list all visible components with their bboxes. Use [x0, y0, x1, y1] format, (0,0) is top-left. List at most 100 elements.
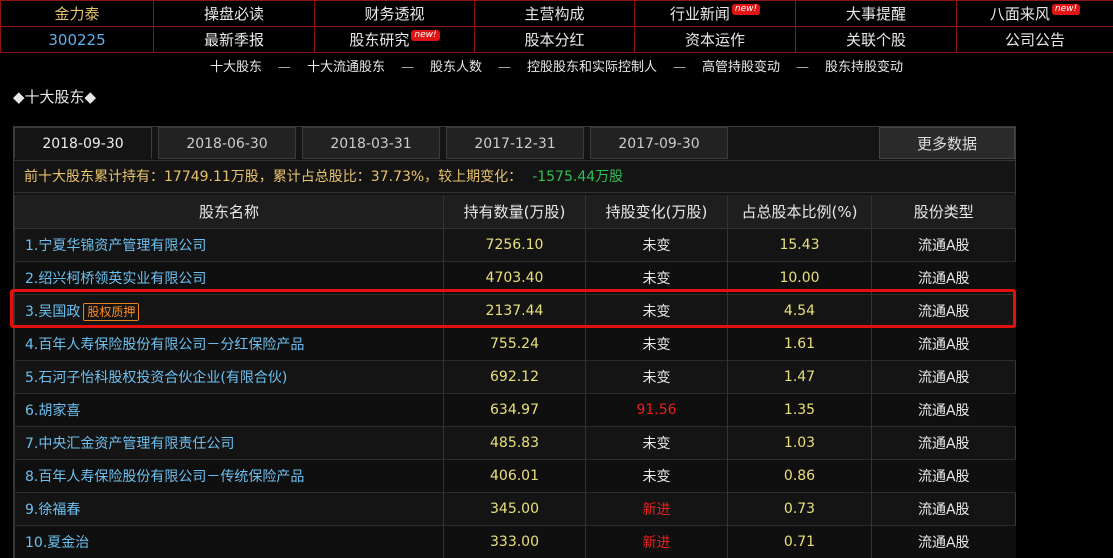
shareholder-name[interactable]: 4.百年人寿保险股份有限公司－分红保险产品 [25, 337, 304, 353]
share-type: 流通A股 [872, 229, 1016, 262]
holding-ratio: 1.03 [728, 427, 872, 460]
subnav-link[interactable]: 十大股东 [210, 60, 262, 75]
holding-change: 未变 [586, 361, 728, 394]
highlight-box [10, 289, 1016, 328]
shareholder-name-cell[interactable]: 8.百年人寿保险股份有限公司－传统保险产品 [15, 460, 444, 493]
new-badge: new! [1052, 4, 1080, 15]
nav-item-row1-1[interactable]: 财务透视 [315, 1, 475, 27]
shareholder-name-cell[interactable]: 6.胡家喜 [15, 394, 444, 427]
table-row: 6.胡家喜634.9791.561.35流通A股 [15, 394, 1016, 427]
holding-change: 未变 [586, 460, 728, 493]
nav-item-label: 行业新闻 [670, 5, 730, 23]
table-row: 9.徐福春345.00新进0.73流通A股 [15, 493, 1016, 526]
table-row: 4.百年人寿保险股份有限公司－分红保险产品755.24未变1.61流通A股 [15, 328, 1016, 361]
nav-item-label: 主营构成 [524, 5, 584, 23]
nav-item-label: 公司公告 [1005, 31, 1065, 49]
subnav-separator: — [278, 60, 291, 75]
summary-text: 前十大股东累计持有：17749.11万股，累计占总股比：37.73%，较上期变化… [24, 169, 522, 185]
holding-change: 未变 [586, 328, 728, 361]
nav-item-label: 八面来风 [990, 5, 1050, 23]
subnav-separator: — [673, 60, 686, 75]
share-type: 流通A股 [872, 427, 1016, 460]
holding-change: 91.56 [586, 394, 728, 427]
holding-qty: 485.83 [444, 427, 586, 460]
holding-change: 新进 [586, 493, 728, 526]
holding-qty: 345.00 [444, 493, 586, 526]
shareholder-name-cell[interactable]: 4.百年人寿保险股份有限公司－分红保险产品 [15, 328, 444, 361]
top-nav-table: 金力泰 操盘必读财务透视主营构成行业新闻new!大事提醒八面来风new! 300… [0, 0, 1113, 53]
date-tab[interactable]: 2018-03-31 [302, 127, 440, 159]
shareholder-name[interactable]: 7.中央汇金资产管理有限责任公司 [25, 436, 234, 452]
column-header: 占总股本比例(%) [728, 195, 872, 229]
nav-item-row2-5[interactable]: 公司公告 [957, 27, 1113, 53]
shareholder-panel: 2018-09-302018-06-302018-03-312017-12-31… [13, 126, 1016, 558]
shareholder-name[interactable]: 10.夏金治 [25, 535, 89, 551]
nav-item-row2-4[interactable]: 关联个股 [796, 27, 957, 53]
summary-change: -1575.44万股 [532, 169, 623, 185]
nav-item-label: 财务透视 [364, 5, 424, 23]
more-data-button[interactable]: 更多数据 [879, 127, 1015, 159]
share-type: 流通A股 [872, 493, 1016, 526]
shareholder-name[interactable]: 2.绍兴柯桥领英实业有限公司 [25, 271, 206, 287]
column-header: 持有数量(万股) [444, 195, 586, 229]
shareholder-name[interactable]: 1.宁夏华锦资产管理有限公司 [25, 238, 206, 254]
nav-item-row1-4[interactable]: 大事提醒 [796, 1, 957, 27]
table-row: 8.百年人寿保险股份有限公司－传统保险产品406.01未变0.86流通A股 [15, 460, 1016, 493]
nav-item-row2-0[interactable]: 最新季报 [154, 27, 315, 53]
nav-item-label: 最新季报 [204, 31, 264, 49]
nav-item-label: 大事提醒 [846, 5, 906, 23]
nav-item-row1-2[interactable]: 主营构成 [475, 1, 635, 27]
column-header: 股份类型 [872, 195, 1016, 229]
nav-item-row1-5[interactable]: 八面来风new! [957, 1, 1113, 27]
date-tab[interactable]: 2018-09-30 [14, 127, 152, 159]
shareholder-name[interactable]: 8.百年人寿保险股份有限公司－传统保险产品 [25, 469, 304, 485]
holding-ratio: 1.47 [728, 361, 872, 394]
subnav-link[interactable]: 股东人数 [430, 60, 482, 75]
holding-qty: 634.97 [444, 394, 586, 427]
share-type: 流通A股 [872, 526, 1016, 558]
column-header: 持股变化(万股) [586, 195, 728, 229]
holding-qty: 333.00 [444, 526, 586, 558]
nav-item-label: 股东研究 [349, 31, 409, 49]
holding-change: 新进 [586, 526, 728, 558]
nav-item-row2-2[interactable]: 股本分红 [475, 27, 635, 53]
holding-qty: 406.01 [444, 460, 586, 493]
nav-item-row1-3[interactable]: 行业新闻new! [635, 1, 796, 27]
nav-item-label: 操盘必读 [204, 5, 264, 23]
nav-item-row2-1[interactable]: 股东研究new! [315, 27, 475, 53]
subnav-link[interactable]: 控股股东和实际控制人 [527, 60, 657, 75]
nav-item-row2-3[interactable]: 资本运作 [635, 27, 796, 53]
shareholder-name-cell[interactable]: 5.石河子怡科股权投资合伙企业(有限合伙) [15, 361, 444, 394]
subnav-link[interactable]: 高管持股变动 [702, 60, 780, 75]
shareholder-name-cell[interactable]: 7.中央汇金资产管理有限责任公司 [15, 427, 444, 460]
holding-qty: 7256.10 [444, 229, 586, 262]
shareholder-name-cell[interactable]: 1.宁夏华锦资产管理有限公司 [15, 229, 444, 262]
top-navigation: 金力泰 操盘必读财务透视主营构成行业新闻new!大事提醒八面来风new! 300… [0, 0, 1113, 56]
summary-bar: 前十大股东累计持有：17749.11万股，累计占总股比：37.73%，较上期变化… [14, 160, 1015, 193]
subnav-link[interactable]: 十大流通股东 [307, 60, 385, 75]
date-tab[interactable]: 2017-12-31 [446, 127, 584, 159]
holding-qty: 755.24 [444, 328, 586, 361]
nav-item-label: 股本分红 [524, 31, 584, 49]
share-type: 流通A股 [872, 361, 1016, 394]
holding-ratio: 1.61 [728, 328, 872, 361]
date-tabs: 2018-09-302018-06-302018-03-312017-12-31… [14, 127, 1015, 159]
stock-code: 300225 [1, 27, 154, 53]
column-header: 股东名称 [15, 195, 444, 229]
shareholder-name[interactable]: 9.徐福春 [25, 502, 80, 518]
sub-navigation: 十大股东—十大流通股东—股东人数—控股股东和实际控制人—高管持股变动—股东持股变… [0, 57, 1113, 79]
nav-item-row1-0[interactable]: 操盘必读 [154, 1, 315, 27]
date-tab[interactable]: 2018-06-30 [158, 127, 296, 159]
nav-item-label: 资本运作 [685, 31, 745, 49]
shareholder-name[interactable]: 6.胡家喜 [25, 403, 80, 419]
shareholder-name[interactable]: 5.石河子怡科股权投资合伙企业(有限合伙) [25, 370, 287, 386]
shareholder-name-cell[interactable]: 9.徐福春 [15, 493, 444, 526]
holding-qty: 692.12 [444, 361, 586, 394]
table-row: 10.夏金治333.00新进0.71流通A股 [15, 526, 1016, 558]
share-type: 流通A股 [872, 394, 1016, 427]
date-tab[interactable]: 2017-09-30 [590, 127, 728, 159]
subnav-separator: — [498, 60, 511, 75]
subnav-link[interactable]: 股东持股变动 [825, 60, 903, 75]
holding-change: 未变 [586, 427, 728, 460]
shareholder-name-cell[interactable]: 10.夏金治 [15, 526, 444, 558]
